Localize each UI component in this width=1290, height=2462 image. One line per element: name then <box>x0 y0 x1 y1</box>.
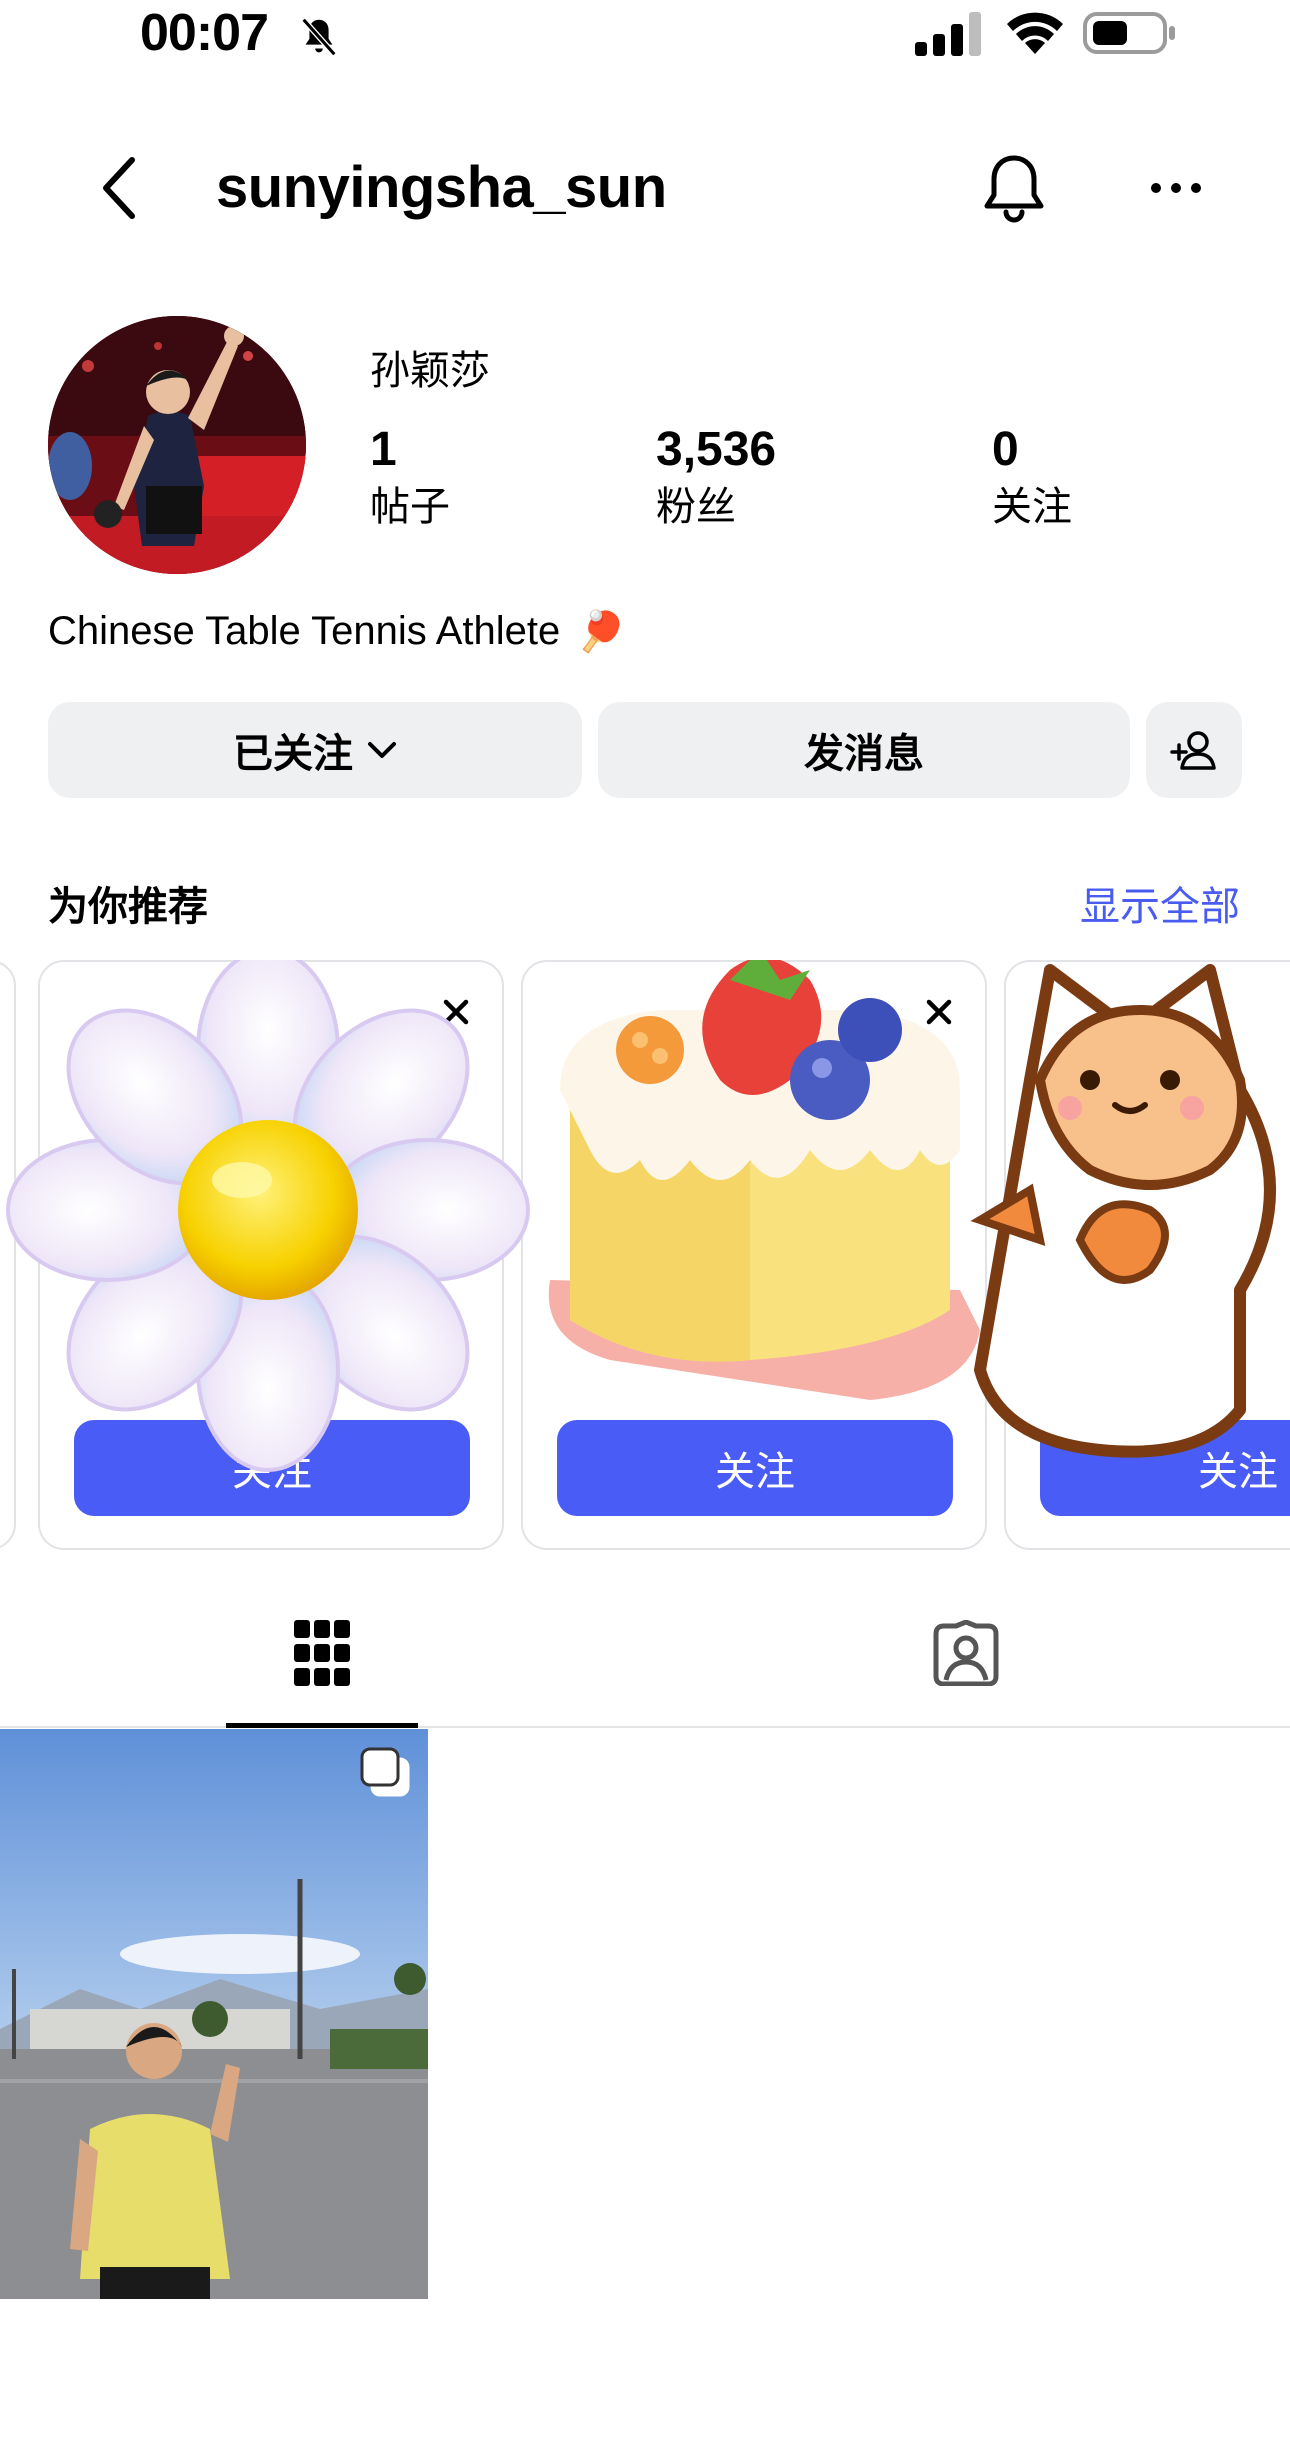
add-user-icon <box>1170 731 1216 770</box>
grid-icon <box>294 1620 350 1686</box>
following-label: 已关注 <box>233 732 353 776</box>
tab-posts-grid[interactable] <box>226 1580 418 1726</box>
cat-sticker <box>970 964 1276 1458</box>
wifi-icon <box>1007 12 1063 54</box>
following-count[interactable]: 0 关注 <box>992 420 1072 534</box>
post-thumbnail[interactable] <box>0 1729 428 2299</box>
profile-nav-bar: sunyingsha_sun <box>0 120 1290 260</box>
multiple-photos-icon <box>360 1747 410 1797</box>
chevron-left-icon <box>103 157 135 219</box>
profile-avatar[interactable] <box>48 316 306 574</box>
see-all-link[interactable]: 显示全部 <box>1080 874 1240 932</box>
table-tennis-emoji: 🏓 <box>576 610 627 654</box>
bell-slash-icon <box>301 17 337 57</box>
posts-count[interactable]: 1 帖子 <box>370 420 450 534</box>
chevron-down-icon <box>368 742 396 758</box>
stat-value: 1 <box>370 423 397 476</box>
bell-icon <box>984 155 1044 223</box>
profile-tabs <box>0 1580 1290 1728</box>
stat-value: 0 <box>992 423 1019 476</box>
tagged-person-icon <box>933 1620 999 1686</box>
profile-username: sunyingsha_sun <box>216 155 667 220</box>
stat-label: 帖子 <box>370 485 450 529</box>
display-name: 孙颖莎 <box>370 349 490 393</box>
tab-tagged[interactable] <box>870 1580 1062 1726</box>
cake-sticker <box>548 960 980 1400</box>
status-time: 00:07 <box>140 4 269 62</box>
more-icon <box>1151 183 1201 193</box>
stat-label: 粉丝 <box>656 485 736 529</box>
signal-icon <box>915 12 981 56</box>
back-button[interactable] <box>84 152 156 224</box>
message-label: 发消息 <box>804 732 924 776</box>
stat-value: 3,536 <box>656 423 777 476</box>
daisy-sticker <box>6 960 530 1472</box>
bio-text: Chinese Table Tennis Athlete <box>48 609 561 653</box>
suggestions-title: 为你推荐 <box>48 885 208 929</box>
active-tab-indicator <box>226 1723 418 1728</box>
avatar-photo <box>48 316 306 574</box>
more-options-button[interactable] <box>1140 148 1212 228</box>
suggestion-carousel[interactable]: 关注 关注 关注 <box>0 960 1290 1550</box>
suggested-users-button[interactable] <box>1146 702 1242 798</box>
profile-bio: Chinese Table Tennis Athlete 🏓 <box>48 608 626 655</box>
battery-icon <box>1083 12 1175 54</box>
message-button[interactable]: 发消息 <box>598 702 1130 798</box>
notifications-button[interactable] <box>976 148 1052 228</box>
stat-label: 关注 <box>992 485 1072 529</box>
following-button[interactable]: 已关注 <box>48 702 582 798</box>
post-photo <box>0 1729 428 2299</box>
followers-count[interactable]: 3,536 粉丝 <box>656 420 776 534</box>
status-bar: 00:07 <box>0 0 1290 70</box>
